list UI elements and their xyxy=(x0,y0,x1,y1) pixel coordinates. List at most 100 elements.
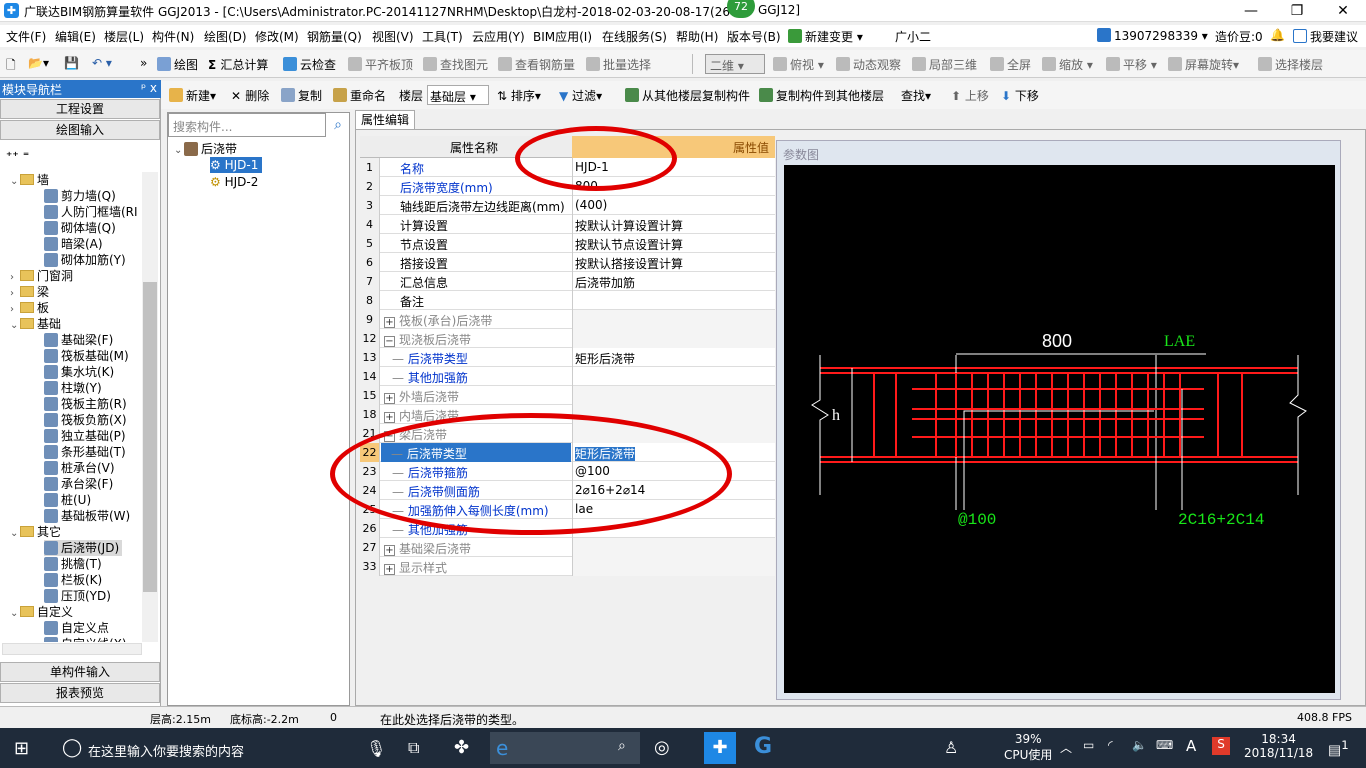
tree-item[interactable]: 挑檐(T) xyxy=(44,556,102,572)
tree-item[interactable]: 独立基础(P) xyxy=(44,428,126,444)
property-row[interactable]: 13— 后浇带类型 矩形后浇带 xyxy=(360,348,775,367)
collapse-minus-icon[interactable]: − xyxy=(384,336,395,347)
tree-item[interactable]: 剪力墙(Q) xyxy=(44,188,116,204)
property-value[interactable]: 按默认节点设置计算 xyxy=(572,234,775,253)
maximize-button[interactable]: ❐ xyxy=(1274,0,1320,22)
close-button[interactable]: ✕ xyxy=(1320,0,1366,22)
sort-button[interactable]: ⇅ 排序▾ xyxy=(497,87,541,104)
property-value[interactable] xyxy=(572,329,775,348)
expand-plus-icon[interactable]: + xyxy=(384,545,395,556)
property-row[interactable]: 7 汇总信息 后浇带加筋 xyxy=(360,272,775,291)
view-mode-select[interactable]: 二维 ▾ xyxy=(705,54,765,74)
overflow-icon[interactable]: » xyxy=(140,56,147,70)
copy-button[interactable]: 复制 xyxy=(281,87,322,104)
tree-item[interactable]: 砌体加筋(Y) xyxy=(44,252,126,268)
menu-version[interactable]: 版本号(B) xyxy=(727,28,781,45)
flush-slab-top-button[interactable]: 平齐板顶 xyxy=(348,56,413,73)
draw-button[interactable]: 绘图 xyxy=(157,56,198,73)
property-value[interactable]: 按默认搭接设置计算 xyxy=(572,253,775,272)
tree-item[interactable]: 承台梁(F) xyxy=(44,476,113,492)
clock[interactable]: 18:34 2018/11/18 xyxy=(1244,732,1313,760)
new-file-icon[interactable]: 🗋 xyxy=(6,56,16,77)
property-value[interactable] xyxy=(572,386,775,405)
menu-floor[interactable]: 楼层(L) xyxy=(104,28,144,45)
property-row[interactable]: 9 + 筏板(承台)后浇带 xyxy=(360,310,775,329)
glodon-g-icon[interactable]: G xyxy=(754,734,772,759)
component-item-hjd2[interactable]: ⚙ HJD-2 xyxy=(210,174,258,190)
tree-item[interactable]: 基础梁(F) xyxy=(44,332,113,348)
menu-draw[interactable]: 绘图(D) xyxy=(204,28,247,45)
tree-folder[interactable]: ⌄ 自定义 xyxy=(10,604,73,620)
zoom-button[interactable]: 缩放 ▾ xyxy=(1042,56,1093,73)
menu-tools[interactable]: 工具(T) xyxy=(422,28,463,45)
copy-to-floor-button[interactable]: 复制构件到其他楼层 xyxy=(759,87,884,104)
move-down-button[interactable]: ⬇ 下移 xyxy=(1001,87,1039,104)
batch-select-button[interactable]: 批量选择 xyxy=(586,56,651,73)
expand-plus-icon[interactable]: + xyxy=(384,412,395,423)
property-value[interactable]: 矩形后浇带 xyxy=(572,348,775,367)
fullscreen-button[interactable]: 全屏 xyxy=(990,56,1031,73)
tree-item[interactable]: 桩(U) xyxy=(44,492,91,508)
pan-button[interactable]: 平移 ▾ xyxy=(1106,56,1157,73)
property-row[interactable]: 6 搭接设置 按默认搭接设置计算 xyxy=(360,253,775,272)
copy-from-floor-button[interactable]: 从其他楼层复制构件 xyxy=(625,87,750,104)
component-item-hjd1[interactable]: ⚙ HJD-1 xyxy=(210,157,263,173)
tree-item[interactable]: 暗梁(A) xyxy=(44,236,103,252)
menu-assistant[interactable]: 广小二 xyxy=(895,28,931,45)
tree-folder[interactable]: ⌄ 墙 xyxy=(10,172,49,188)
tree-folder[interactable]: ⌄ 其它 xyxy=(10,524,61,540)
engineering-settings-button[interactable]: 工程设置 xyxy=(0,99,160,119)
find-button[interactable]: 查找▾ xyxy=(901,87,931,104)
suggest-link[interactable]: 我要建议 xyxy=(1293,28,1358,45)
property-row[interactable]: 12− 现浇板后浇带 xyxy=(360,329,775,348)
menu-bim[interactable]: BIM应用(I) xyxy=(533,28,592,45)
search-icon[interactable]: ⌕ xyxy=(328,115,348,135)
taskbar-search-input[interactable]: 在这里输入你要搜索的内容 xyxy=(88,741,244,760)
menu-rebar[interactable]: 钢筋量(Q) xyxy=(307,28,362,45)
open-file-icon[interactable]: 📂▾ xyxy=(28,56,49,70)
pinwheel-app-icon[interactable]: ✤ xyxy=(454,737,469,758)
keyboard-icon[interactable]: ⌨ xyxy=(1156,738,1173,752)
wifi-icon[interactable]: ◜ xyxy=(1108,738,1113,752)
property-row[interactable]: 8 备注 xyxy=(360,291,775,310)
floor-select[interactable]: 基础层 ▾ xyxy=(427,85,489,105)
tree-item[interactable]: 后浇带(JD) xyxy=(44,540,123,556)
chevron-down-icon[interactable]: ⌄ xyxy=(10,606,20,622)
menu-modify[interactable]: 修改(M) xyxy=(255,28,299,45)
chrome-icon[interactable]: ◎ xyxy=(654,737,670,758)
volume-icon[interactable]: 🔈 xyxy=(1132,738,1147,752)
tree-item[interactable]: 柱墩(Y) xyxy=(44,380,102,396)
tree-item[interactable]: 栏板(K) xyxy=(44,572,102,588)
component-root[interactable]: ⌄ 后浇带 xyxy=(174,141,237,157)
tree-item[interactable]: 筏板负筋(X) xyxy=(44,412,127,428)
property-row[interactable]: 33 + 显示样式 xyxy=(360,557,775,576)
component-search-input[interactable]: 搜索构件... xyxy=(168,113,326,137)
windows-start-icon[interactable]: ⊞ xyxy=(14,738,29,759)
property-value[interactable] xyxy=(572,291,775,310)
tree-folder[interactable]: › 板 xyxy=(10,300,49,316)
screen-rotate-button[interactable]: 屏幕旋转▾ xyxy=(1168,56,1239,73)
task-view-icon[interactable]: ⧉ xyxy=(408,738,419,758)
menu-help[interactable]: 帮助(H) xyxy=(676,28,718,45)
top-view-button[interactable]: 俯视 ▾ xyxy=(773,56,824,73)
tree-item[interactable]: 人防门框墙(RI xyxy=(44,204,138,220)
glodon-ggj-taskbar-icon[interactable]: ✚ xyxy=(704,732,736,764)
property-value[interactable] xyxy=(572,557,775,576)
tray-chevron-icon[interactable]: ︿ xyxy=(1060,739,1072,756)
select-floor-button[interactable]: 选择楼层 xyxy=(1258,56,1323,73)
rename-button[interactable]: 重命名 xyxy=(333,87,386,104)
menu-edit[interactable]: 编辑(E) xyxy=(55,28,96,45)
property-row[interactable]: 14— 其他加强筋 xyxy=(360,367,775,386)
menu-file[interactable]: 文件(F) xyxy=(6,28,46,45)
property-value[interactable] xyxy=(572,538,775,557)
undo-icon[interactable]: ↶ ▾ xyxy=(92,56,112,70)
cloud-check-button[interactable]: 云检查 xyxy=(283,56,336,73)
property-value[interactable] xyxy=(572,310,775,329)
tree-item[interactable]: 条形基础(T) xyxy=(44,444,126,460)
new-button[interactable]: 新建▾ xyxy=(169,87,216,104)
single-component-input-button[interactable]: 单构件输入 xyxy=(0,662,160,682)
summary-calc-button[interactable]: Σ 汇总计算 xyxy=(208,56,268,73)
expand-collapse-icons[interactable]: ⁺⁺ ⁼ xyxy=(6,148,29,164)
microphone-icon[interactable]: 🎙 xyxy=(366,739,386,758)
move-up-button[interactable]: ⬆ 上移 xyxy=(951,87,989,104)
